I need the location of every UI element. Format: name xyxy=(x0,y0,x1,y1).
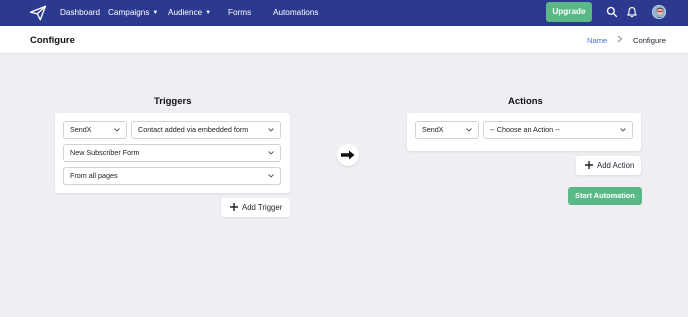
trigger-event-select[interactable]: Contact added via embedded form xyxy=(131,121,281,139)
chevron-down-icon: ▼ xyxy=(152,10,159,16)
nav-campaigns[interactable]: Campaigns ▼ xyxy=(108,7,158,19)
chevron-down-icon: ▼ xyxy=(205,10,212,16)
nav-dashboard[interactable]: Dashboard xyxy=(60,7,100,18)
start-automation-button[interactable]: Start Automation xyxy=(568,187,642,205)
action-select[interactable]: -- Choose an Action -- xyxy=(483,121,633,139)
nav-campaigns-label: Campaigns xyxy=(108,8,150,17)
top-nav: Dashboard Campaigns ▼ Audience ▼ Forms Aut… xyxy=(0,0,688,26)
chevron-down-icon xyxy=(268,151,274,155)
breadcrumb-name-link[interactable]: Name xyxy=(587,36,607,45)
trigger-provider-value: SendX xyxy=(70,125,92,134)
flow-arrow xyxy=(337,144,359,166)
add-action-label: Add Action xyxy=(597,161,635,170)
nav-forms[interactable]: Forms xyxy=(228,7,251,18)
action-value: -- Choose an Action -- xyxy=(490,125,560,134)
trigger-pages-value: From all pages xyxy=(70,171,118,180)
trigger-form-value: New Subscriber Form xyxy=(70,148,140,157)
chevron-down-icon xyxy=(268,174,274,178)
chevron-down-icon xyxy=(466,128,472,132)
breadcrumb-current: Configure xyxy=(633,36,666,45)
upgrade-button[interactable]: Upgrade xyxy=(546,2,592,22)
arrow-right-icon xyxy=(341,150,355,160)
page-header: Configure Name Configure xyxy=(0,26,688,54)
breadcrumb-separator-icon xyxy=(617,35,623,45)
action-provider-select[interactable]: SendX xyxy=(415,121,479,139)
action-provider-value: SendX xyxy=(422,125,444,134)
chevron-down-icon xyxy=(268,128,274,132)
plus-icon xyxy=(230,203,238,211)
triggers-card: SendX Contact added via embedded form Ne… xyxy=(55,113,290,193)
actions-card: SendX -- Choose an Action -- xyxy=(407,113,641,151)
trigger-form-select[interactable]: New Subscriber Form xyxy=(63,144,281,162)
nav-audience-label: Audience xyxy=(168,8,203,17)
trigger-pages-select[interactable]: From all pages xyxy=(63,167,281,185)
bell-icon[interactable] xyxy=(626,6,638,18)
chevron-down-icon xyxy=(620,128,626,132)
trigger-event-value: Contact added via embedded form xyxy=(138,125,249,134)
nav-automations[interactable]: Automations xyxy=(273,7,319,18)
paper-plane-logo-icon[interactable] xyxy=(29,4,47,22)
actions-title: Actions xyxy=(508,96,543,107)
page-title: Configure xyxy=(30,35,75,46)
triggers-title: Triggers xyxy=(154,96,192,107)
trigger-provider-select[interactable]: SendX xyxy=(63,121,127,139)
add-action-button[interactable]: Add Action xyxy=(576,156,641,175)
search-icon[interactable] xyxy=(606,6,618,18)
avatar[interactable] xyxy=(652,5,666,19)
chevron-down-icon xyxy=(114,128,120,132)
add-trigger-button[interactable]: Add Trigger xyxy=(221,198,290,217)
nav-audience[interactable]: Audience ▼ xyxy=(168,7,211,19)
plus-icon xyxy=(585,161,593,169)
add-trigger-label: Add Trigger xyxy=(242,203,283,212)
